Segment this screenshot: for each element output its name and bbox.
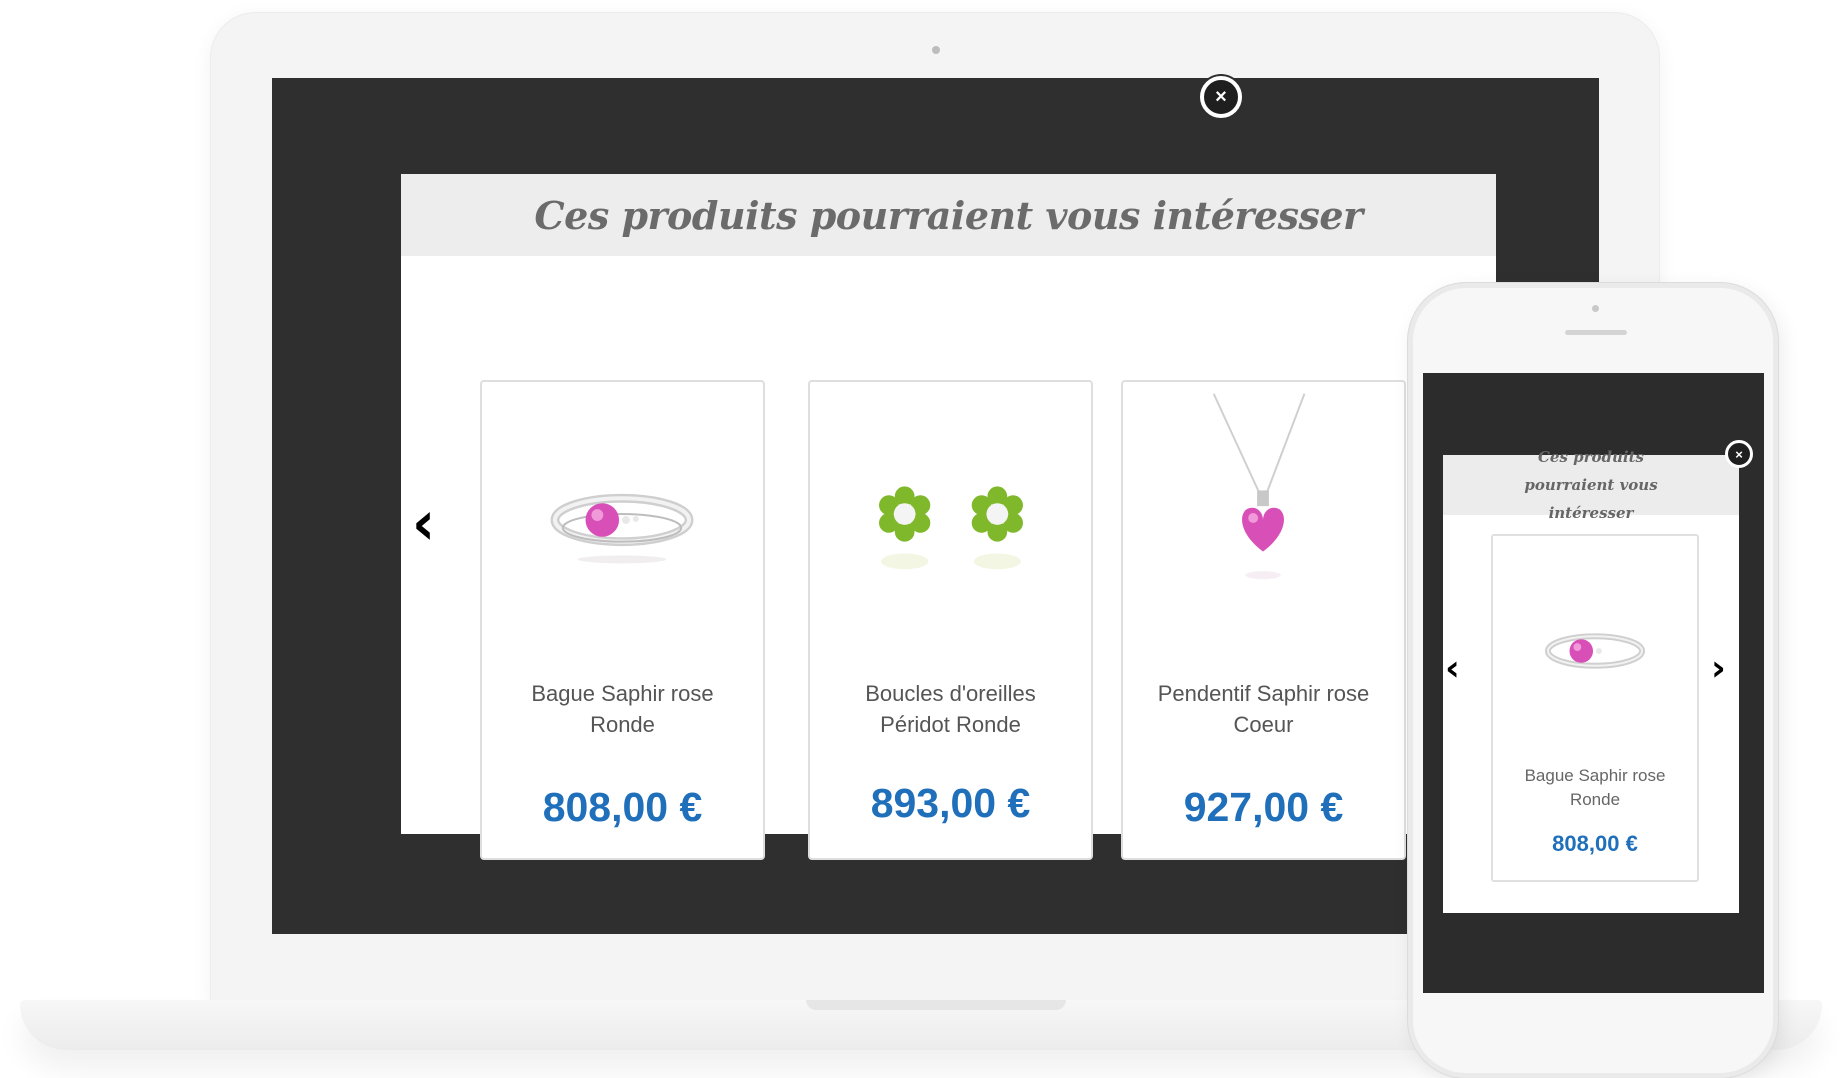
mobile-modal-title: Ces produits pourraient vous intéresser — [1524, 448, 1658, 522]
mobile-carousel-next-icon[interactable]: › — [1711, 651, 1726, 687]
mobile-product-price: 808,00 € — [1552, 831, 1638, 856]
product-price: 808,00 € — [542, 784, 703, 830]
mobile-product-card[interactable]: Bague Saphir rose Ronde 808,00 € — [1491, 534, 1699, 882]
ring-image — [550, 493, 694, 564]
mobile-product-name[interactable]: Bague Saphir rose Ronde — [1503, 764, 1687, 812]
mobile-modal-header: Ces produits pourraient vous intéresser — [1443, 448, 1739, 522]
product-card[interactable]: Pendentif Saphir rose Coeur 927,00 € — [1121, 380, 1406, 860]
phone-screen-overlay: Ces produits pourraient vous intéresser … — [1423, 373, 1764, 993]
recommendations-modal: Ces produits pourraient vous intéresser … — [401, 174, 1496, 860]
product-card[interactable]: Boucles d'oreilles Péridot Ronde 893,00 … — [808, 380, 1093, 860]
product-price: 927,00 € — [1183, 784, 1344, 830]
laptop-screen-overlay: Ces produits pourraient vous intéresser … — [272, 78, 1599, 934]
ring-image — [1544, 633, 1646, 669]
mobile-carousel-prev-icon[interactable]: ‹ — [1445, 651, 1460, 687]
product-name[interactable]: Pendentif Saphir rose Coeur — [1143, 678, 1384, 740]
product-name[interactable]: Bague Saphir rose Ronde — [502, 678, 743, 740]
laptop-notch — [806, 1000, 1066, 1010]
mobile-recommendations-modal: Ces produits pourraient vous intéresser … — [1443, 448, 1739, 913]
carousel-prev-icon[interactable]: ‹ — [412, 493, 435, 555]
mobile-close-icon[interactable]: × — [1725, 440, 1753, 468]
product-price: 893,00 € — [870, 780, 1031, 826]
phone-speaker — [1565, 330, 1627, 335]
modal-header: Ces produits pourraient vous intéresser — [401, 174, 1496, 256]
product-name[interactable]: Boucles d'oreilles Péridot Ronde — [830, 678, 1071, 740]
earrings-image — [879, 486, 1023, 570]
pendant-image — [1212, 393, 1306, 580]
close-icon[interactable]: × — [1200, 76, 1242, 118]
product-card[interactable]: Bague Saphir rose Ronde 808,00 € — [480, 380, 765, 860]
laptop-camera — [932, 46, 940, 54]
phone-camera — [1592, 305, 1599, 312]
modal-title: Ces produits pourraient vous intéresser — [534, 192, 1363, 238]
